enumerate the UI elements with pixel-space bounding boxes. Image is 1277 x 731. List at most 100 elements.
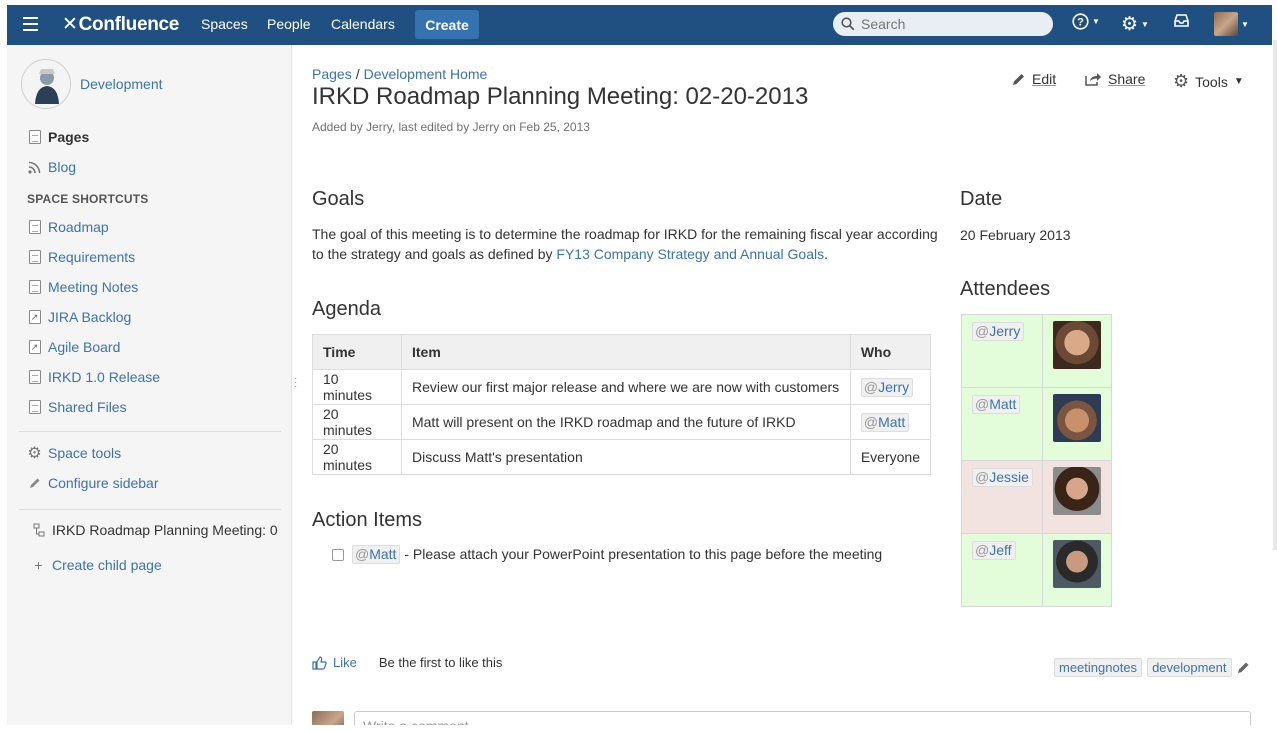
tools-menu[interactable]: ⚙ Tools ▼ (1173, 71, 1244, 92)
edit-button[interactable]: Edit (1012, 71, 1056, 87)
attendee-cell: @Matt (961, 387, 1043, 461)
agenda-time: 20 minutes (312, 439, 402, 475)
comment-input[interactable]: Write a comment... (354, 711, 1251, 725)
agenda-time: 20 minutes (312, 404, 402, 440)
space-name-link[interactable]: Development (80, 76, 163, 92)
user-mention[interactable]: @Matt (352, 545, 401, 564)
like-button[interactable]: Like (312, 655, 357, 670)
agenda-item: Matt will present on the IRKD roadmap an… (400, 404, 851, 440)
user-mention[interactable]: @Jerry (860, 377, 914, 397)
sidebar-item-label: Agile Board (48, 339, 121, 355)
user-mention[interactable]: @Jessie (972, 468, 1033, 487)
sidebar-resize-handle[interactable]: · · · (294, 374, 297, 392)
create-child-page-button[interactable]: + Create child page (31, 557, 162, 573)
nav-spaces[interactable]: Spaces (201, 16, 248, 32)
space-tools-button[interactable]: ⚙ Space tools (27, 445, 121, 462)
shortcut-requirements[interactable]: Requirements (27, 249, 135, 265)
avatar[interactable] (1053, 540, 1101, 588)
share-button[interactable]: Share (1085, 71, 1145, 87)
attendee-row: @Jessie (961, 460, 1112, 534)
column-header-time: Time (312, 334, 402, 370)
top-navigation-bar: ✕ Confluence Spaces People Calendars Cre… (7, 5, 1272, 45)
sidebar-item-pages[interactable]: Pages (27, 129, 89, 145)
sidebar-item-label: Blog (48, 159, 77, 175)
search-input[interactable] (861, 16, 1041, 32)
page-scrollbar[interactable] (1273, 40, 1277, 550)
pencil-icon (27, 476, 42, 491)
like-row: Like Be the first to like this (312, 655, 502, 670)
search-box[interactable] (833, 12, 1053, 36)
label-development[interactable]: development (1147, 658, 1232, 677)
caret-down-icon: ▼ (1233, 76, 1244, 87)
user-mention[interactable]: @Matt (972, 395, 1021, 414)
action-items-heading: Action Items (312, 509, 423, 531)
edit-labels-icon[interactable] (1237, 661, 1250, 674)
breadcrumb-pages[interactable]: Pages (312, 66, 352, 82)
space-avatar[interactable] (21, 59, 71, 109)
agenda-who: Everyone (849, 439, 932, 475)
column-header-item: Item (400, 334, 851, 370)
user-menu[interactable]: ▼ (1214, 12, 1249, 36)
chevron-down-icon: ▼ (1141, 20, 1149, 29)
meeting-date: 20 February 2013 (960, 227, 1071, 243)
menu-icon[interactable] (23, 17, 45, 33)
nav-calendars[interactable]: Calendars (331, 16, 395, 32)
shortcut-jira-backlog[interactable]: ↗ JIRA Backlog (27, 309, 131, 325)
strategy-link[interactable]: FY13 Company Strategy and Annual Goals (556, 246, 824, 262)
avatar[interactable] (1053, 321, 1101, 369)
mention-name: Matt (989, 396, 1017, 412)
sidebar-item-label: Roadmap (48, 219, 109, 235)
user-mention[interactable]: @Jeff (972, 541, 1016, 560)
goals-heading: Goals (312, 188, 365, 210)
user-mention[interactable]: @Jerry (972, 322, 1025, 341)
shortcut-agile-board[interactable]: ↗ Agile Board (27, 339, 120, 355)
gear-icon: ⚙ (1121, 14, 1139, 35)
sidebar-item-blog[interactable]: Blog (27, 159, 76, 175)
comment-row: Write a comment... (312, 711, 1251, 725)
create-button[interactable]: Create (415, 10, 479, 39)
mention-name: Jerry (989, 323, 1021, 339)
shortcut-shared-files[interactable]: Shared Files (27, 399, 127, 415)
page-tree-icon (31, 523, 46, 538)
chevron-down-icon: ▼ (1241, 19, 1249, 29)
plus-icon: + (34, 557, 43, 573)
help-menu[interactable]: ? ▼ (1072, 13, 1100, 30)
pencil-icon (1013, 74, 1024, 85)
external-link-icon: ↗ (27, 340, 42, 355)
configure-sidebar-button[interactable]: Configure sidebar (27, 475, 159, 491)
notifications-button[interactable] (1173, 13, 1190, 28)
nav-people[interactable]: People (267, 16, 311, 32)
label-meetingnotes[interactable]: meetingnotes (1054, 658, 1143, 677)
mention-name: Matt (878, 413, 906, 430)
confluence-logo[interactable]: ✕ Confluence (62, 13, 179, 36)
task-checkbox[interactable] (332, 548, 344, 561)
table-row: 20 minutes Discuss Matt's presentation E… (312, 439, 932, 475)
breadcrumb-development-home[interactable]: Development Home (364, 66, 488, 82)
shortcut-irkd-release[interactable]: IRKD 1.0 Release (27, 369, 160, 385)
settings-menu[interactable]: ⚙ ▼ (1121, 13, 1149, 36)
attendees-table: @Jerry @Matt @Jessie @Jeff (961, 314, 1112, 607)
attendee-cell: @Jessie (961, 460, 1043, 534)
sidebar-item-label: Meeting Notes (48, 279, 139, 295)
agenda-heading: Agenda (312, 298, 381, 320)
attendee-photo-cell (1042, 387, 1112, 461)
shortcut-meeting-notes[interactable]: Meeting Notes (27, 279, 138, 295)
user-mention[interactable]: @Matt (860, 412, 910, 432)
avatar[interactable] (1053, 394, 1101, 442)
shortcut-roadmap[interactable]: Roadmap (27, 219, 109, 235)
page-tree-current[interactable]: IRKD Roadmap Planning Meeting: 0 (31, 522, 278, 538)
edit-label: Edit (1032, 71, 1057, 87)
page-labels: meetingnotes development (1054, 658, 1250, 677)
agenda-who: @Jerry (849, 369, 932, 405)
sidebar-item-label: Create child page (52, 557, 162, 573)
page-icon (27, 370, 42, 385)
inbox-icon (1174, 14, 1189, 27)
page-icon (27, 250, 42, 265)
sidebar-item-label: Configure sidebar (48, 475, 159, 491)
breadcrumb-separator: / (355, 66, 360, 82)
date-heading: Date (960, 188, 1003, 210)
thumbs-up-icon (312, 655, 327, 670)
avatar[interactable] (1053, 467, 1101, 515)
column-header-who: Who (849, 334, 932, 370)
mention-name: Matt (369, 546, 397, 562)
